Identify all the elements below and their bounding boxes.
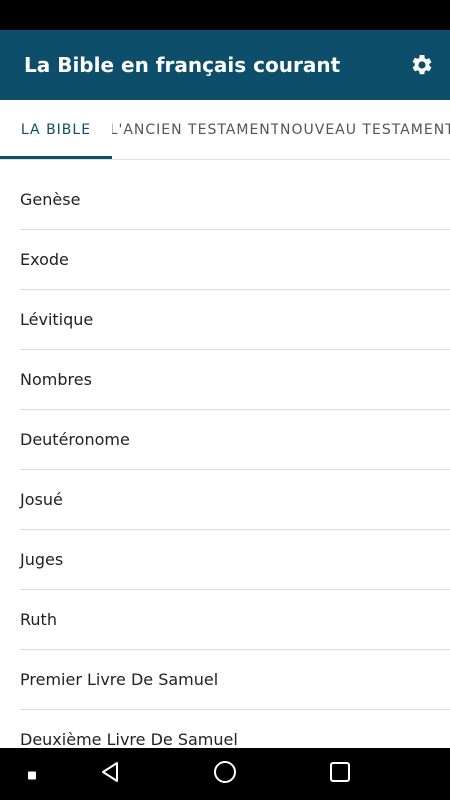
list-item[interactable]: Deuxième Livre De Samuel <box>20 710 450 748</box>
list-item[interactable]: Juges <box>20 530 450 590</box>
tab-nouveau-testament[interactable]: NOUVEAU TESTAMENT <box>278 100 450 159</box>
list-item[interactable]: Premier Livre De Samuel <box>20 650 450 710</box>
list-item[interactable]: Josué <box>20 470 450 530</box>
list-item[interactable]: Lévitique <box>20 290 450 350</box>
tab-bar: LA BIBLE L'ANCIEN TESTAMENT NOUVEAU TEST… <box>0 100 450 160</box>
list-item[interactable]: Nombres <box>20 350 450 410</box>
dot-icon <box>28 765 36 784</box>
recents-square-icon[interactable] <box>329 761 351 787</box>
tab-la-bible[interactable]: LA BIBLE <box>0 100 112 159</box>
back-triangle-icon[interactable] <box>99 761 121 787</box>
system-nav-bar <box>0 748 450 800</box>
app-bar: La Bible en français courant <box>0 30 450 100</box>
book-list: Genèse Exode Lévitique Nombres Deutérono… <box>0 170 450 748</box>
gear-icon <box>412 54 432 75</box>
list-item[interactable]: Genèse <box>20 170 450 230</box>
status-bar <box>0 0 450 30</box>
list-item[interactable]: Deutéronome <box>20 410 450 470</box>
list-item[interactable]: Ruth <box>20 590 450 650</box>
settings-button[interactable] <box>408 51 436 79</box>
app-title: La Bible en français courant <box>24 53 341 77</box>
tab-ancien-testament[interactable]: L'ANCIEN TESTAMENT <box>112 100 278 159</box>
list-item[interactable]: Exode <box>20 230 450 290</box>
home-circle-icon[interactable] <box>213 760 237 788</box>
tab-indicator <box>0 156 112 159</box>
